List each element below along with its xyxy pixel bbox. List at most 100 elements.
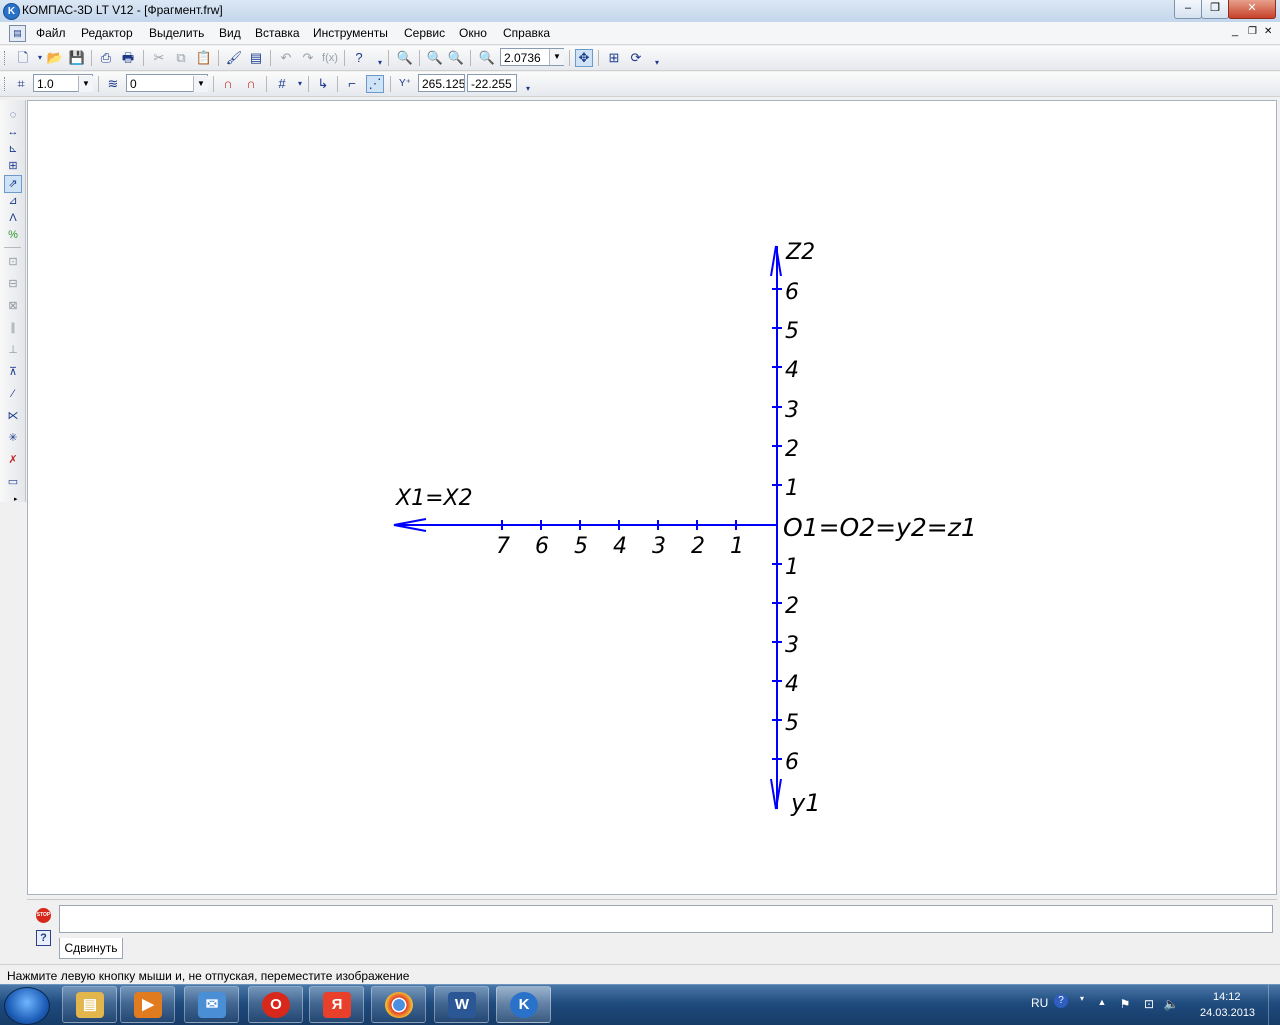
taskbar-opera[interactable]: O	[248, 986, 303, 1023]
language-help-icon[interactable]: ?	[1054, 994, 1068, 1008]
toolbar-overflow-icon[interactable]: ▾	[371, 54, 389, 72]
perpendicular-icon[interactable]: ⊥	[5, 342, 21, 358]
layers-icon[interactable]: ≋	[104, 75, 122, 93]
local-cs-icon[interactable]: ↳	[314, 75, 332, 93]
toolbar-grip[interactable]	[4, 51, 8, 65]
toolbar-overflow-icon[interactable]: ▾	[648, 54, 666, 72]
volume-icon[interactable]: 🔈	[1163, 997, 1179, 1011]
constraints-icon[interactable]: %	[5, 227, 21, 243]
remove-constraints-icon[interactable]: ✗	[5, 452, 21, 468]
parallel-icon[interactable]: ∥	[5, 320, 21, 336]
dimensions-icon[interactable]: ↔	[5, 124, 21, 140]
copy-icon[interactable]: ⧉	[172, 49, 190, 67]
toolbar-grip[interactable]	[4, 77, 8, 91]
taskbar-mail[interactable]: ✉	[184, 986, 239, 1023]
refresh-icon[interactable]: ⟳	[627, 49, 645, 67]
zoom-in-icon[interactable]: 🔍	[426, 49, 444, 67]
document-icon[interactable]: ▤	[9, 25, 26, 42]
fix-point-icon[interactable]: ⊡	[5, 254, 21, 270]
cursor-step-icon[interactable]: ⌗	[12, 75, 30, 93]
menu-select[interactable]: Выделить	[149, 26, 204, 40]
grid-dropdown-icon[interactable]: ▾	[291, 75, 309, 93]
open-folder-icon[interactable]: 📂	[46, 49, 64, 67]
network-icon[interactable]: ⊡	[1141, 997, 1157, 1011]
function-icon[interactable]: f(x)	[321, 49, 339, 67]
pan-move-icon[interactable]: ✥	[575, 49, 593, 67]
parametric-mode-icon[interactable]: ⋰	[366, 75, 384, 93]
zoom-dropdown-icon[interactable]: ▼	[549, 49, 564, 65]
menu-help[interactable]: Справка	[503, 26, 550, 40]
drawing-canvas[interactable]: 7654321654321123456 X1=X2 Z2 y1 O1=O2=y2…	[27, 100, 1277, 895]
snap-magnet-icon[interactable]: ∩	[219, 75, 237, 93]
language-options-icon[interactable]: ▾	[1074, 994, 1090, 1003]
tangent-icon[interactable]: ⊼	[5, 364, 21, 380]
parametrization-icon[interactable]: ⇗	[4, 175, 22, 193]
print-preview-icon[interactable]: ⎙	[97, 49, 115, 67]
taskbar-media-player[interactable]: ▶	[120, 986, 175, 1023]
grid-icon[interactable]: #	[273, 75, 291, 93]
step-dropdown-icon[interactable]: ▼	[78, 76, 93, 92]
taskbar-kompas[interactable]: K	[496, 986, 551, 1023]
properties-icon[interactable]: ▤	[247, 49, 265, 67]
print-icon[interactable]: 🖶	[119, 49, 137, 67]
designations-icon[interactable]: ⊾	[5, 141, 21, 157]
menu-file[interactable]: Файл	[36, 26, 66, 40]
coord-x-field[interactable]: 265.125	[418, 74, 465, 92]
action-center-flag-icon[interactable]: ⚑	[1117, 997, 1133, 1011]
zoom-out-icon[interactable]: 🔍	[447, 49, 465, 67]
editing-icon[interactable]: ⊞	[5, 158, 21, 174]
doc-minimize-button[interactable]: _	[1232, 25, 1238, 37]
zoom-window-icon[interactable]: 🔍	[396, 49, 414, 67]
menu-window[interactable]: Окно	[459, 26, 487, 40]
command-property-field[interactable]	[59, 905, 1273, 933]
horizontal-icon[interactable]: ⊟	[5, 276, 21, 292]
minimize-button[interactable]: –	[1174, 0, 1202, 19]
save-icon[interactable]: 💾	[68, 49, 86, 67]
geometry-icon[interactable]: ◌	[5, 107, 21, 123]
coord-y-field[interactable]: -22.255	[467, 74, 517, 92]
context-help-icon[interactable]: ?	[350, 49, 368, 67]
clock-date[interactable]: 24.03.2013	[1200, 1007, 1255, 1019]
new-document-icon[interactable]: 🗋	[14, 49, 32, 67]
ortho-mode-icon[interactable]: ⌐	[343, 75, 361, 93]
layer-dropdown-icon[interactable]: ▼	[193, 76, 208, 92]
toolbar-overflow-icon[interactable]: ▾	[519, 80, 537, 98]
panel-expand-icon[interactable]: ▸	[14, 495, 18, 503]
stop-icon[interactable]: STOP	[36, 908, 51, 923]
taskbar-yandex[interactable]: Я	[309, 986, 364, 1023]
doc-restore-button[interactable]: ❐	[1248, 26, 1257, 37]
collinear-icon[interactable]: ⁄	[5, 386, 21, 402]
show-constraints-icon[interactable]: ▭	[5, 474, 21, 490]
measurements-icon[interactable]: ⊿	[5, 193, 21, 209]
selection-icon[interactable]: Λ	[5, 210, 21, 226]
tab-move[interactable]: Сдвинуть	[59, 938, 123, 959]
taskbar-word[interactable]: W	[434, 986, 489, 1023]
show-desktop-button[interactable]	[1268, 985, 1280, 1025]
taskbar-chrome[interactable]	[371, 986, 426, 1023]
undo-icon[interactable]: ↶	[277, 49, 295, 67]
start-button[interactable]	[4, 987, 50, 1025]
help-icon[interactable]: ?	[36, 930, 51, 946]
kompas-app-icon[interactable]: K	[3, 3, 20, 20]
redo-icon[interactable]: ↷	[299, 49, 317, 67]
menu-view[interactable]: Вид	[219, 26, 241, 40]
doc-close-button[interactable]: ✕	[1264, 26, 1272, 37]
taskbar-explorer[interactable]: ▤	[62, 986, 117, 1023]
cut-icon[interactable]: ✂	[150, 49, 168, 67]
vertical-icon[interactable]: ⊠	[5, 298, 21, 314]
clock-time[interactable]: 14:12	[1213, 991, 1241, 1003]
zoom-scale-icon[interactable]: 🔍	[478, 49, 496, 67]
show-hidden-icons-icon[interactable]: ▲	[1094, 997, 1110, 1007]
close-button[interactable]: ✕	[1228, 0, 1276, 19]
paste-icon[interactable]: 📋	[195, 49, 213, 67]
language-indicator[interactable]: RU	[1031, 996, 1048, 1010]
maximize-button[interactable]: ❐	[1201, 0, 1229, 19]
menu-insert[interactable]: Вставка	[255, 26, 300, 40]
local-snap-icon[interactable]: ∩	[242, 75, 260, 93]
format-brush-icon[interactable]: 🖌	[225, 49, 243, 67]
redraw-icon[interactable]: ⊞	[605, 49, 623, 67]
menu-tools[interactable]: Инструменты	[313, 26, 388, 40]
menu-service[interactable]: Сервис	[404, 26, 445, 40]
merge-points-icon[interactable]: ✳	[5, 430, 21, 446]
menu-editor[interactable]: Редактор	[81, 26, 133, 40]
